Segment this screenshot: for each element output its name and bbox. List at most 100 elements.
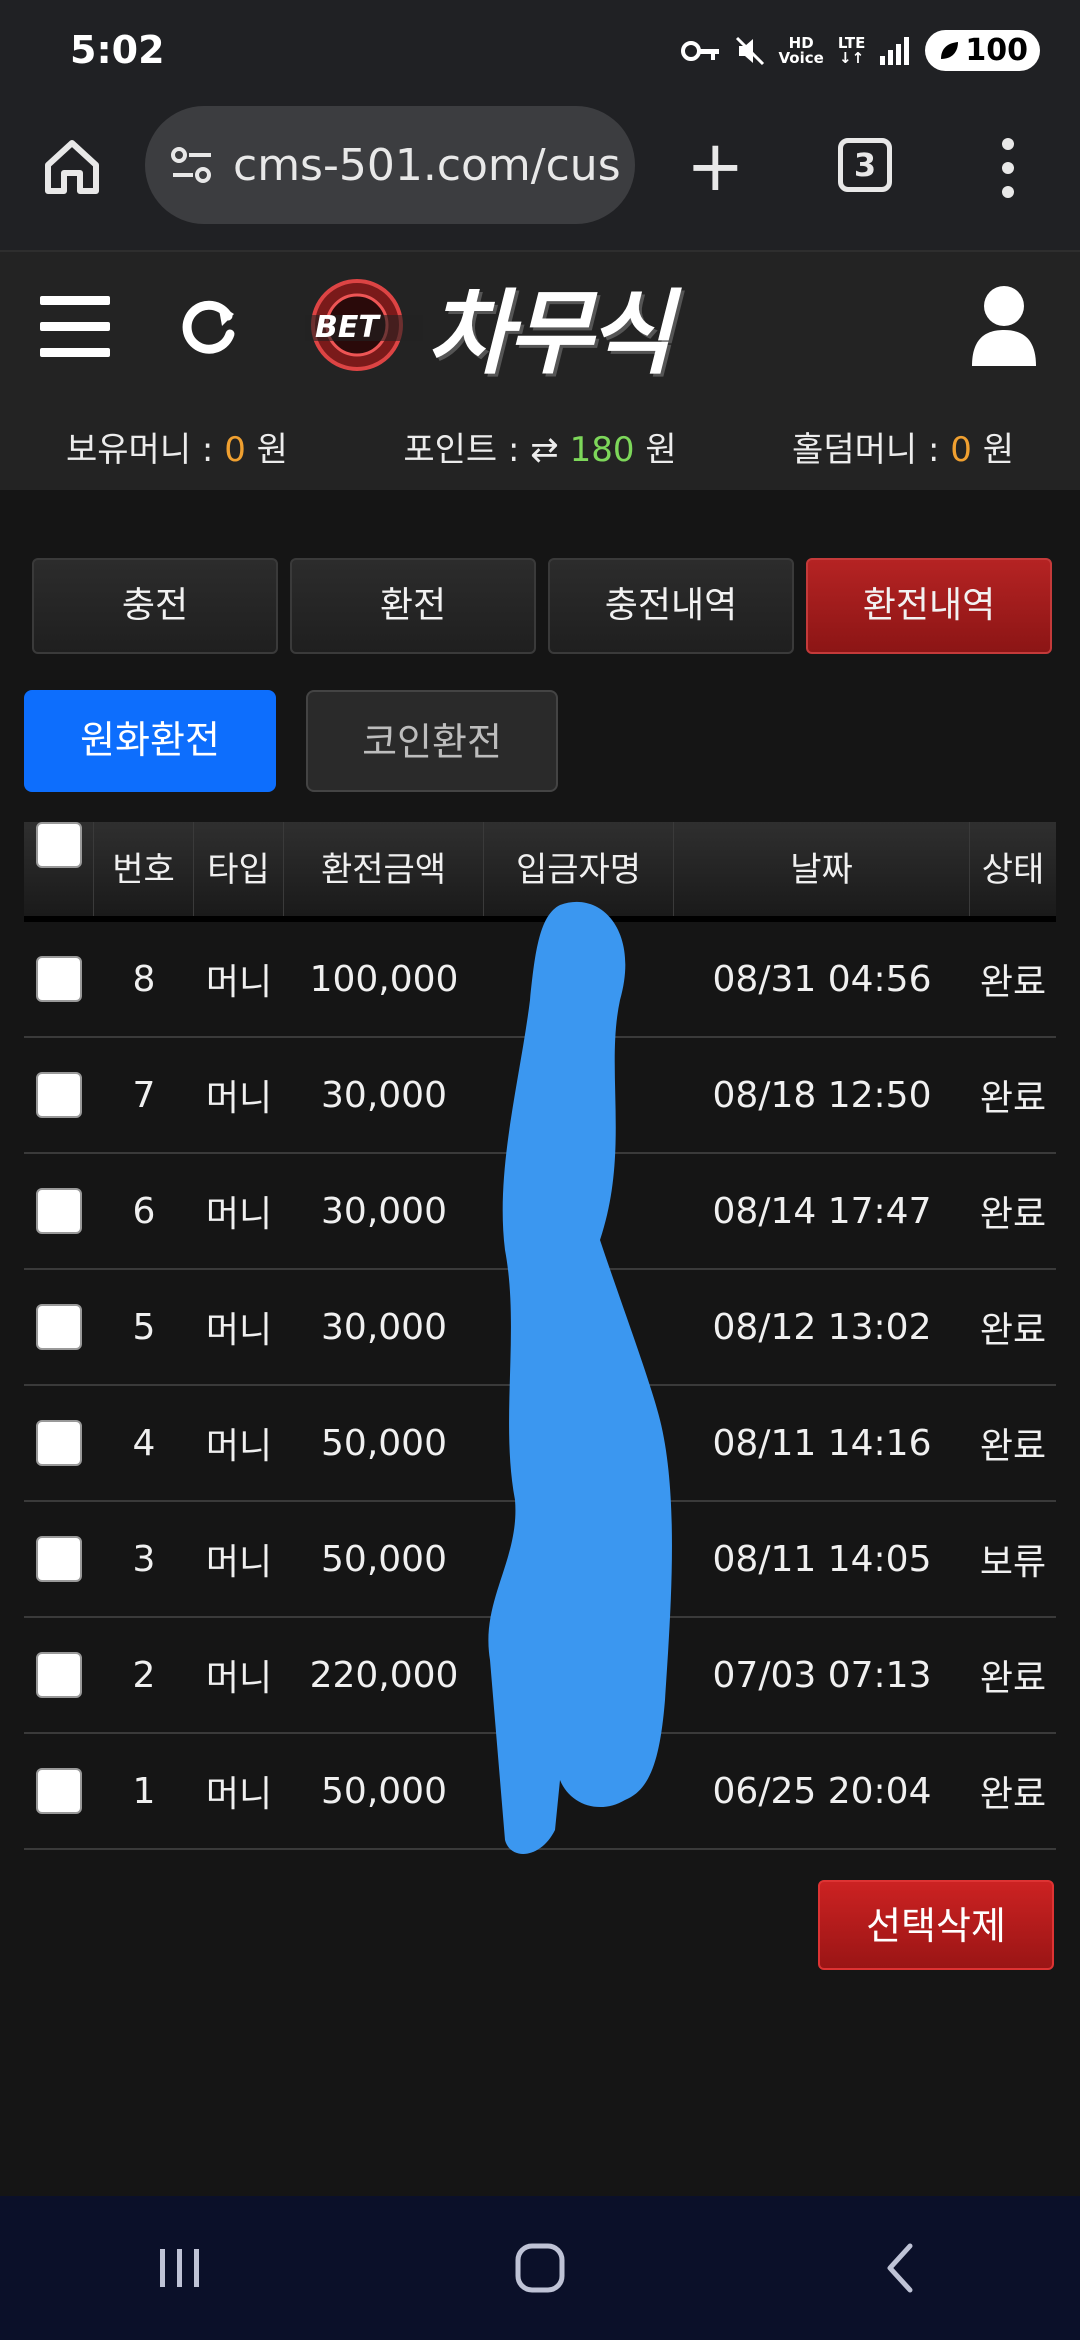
- row-amount: 30,000: [321, 1306, 447, 1348]
- row-checkbox[interactable]: [36, 1768, 82, 1814]
- tab-deposit-history[interactable]: 충전내역: [548, 558, 794, 654]
- row-status: 완료: [979, 1426, 1047, 1467]
- row-checkbox[interactable]: [36, 1652, 82, 1698]
- status-icons: HD Voice LTE ↓↑ 100: [680, 30, 1040, 71]
- withdraw-history-table: 번호 타입 환전금액 입금자명 날짜 상태 8 머니 100,000 08/31…: [24, 822, 1056, 1850]
- user-icon[interactable]: [968, 282, 1040, 368]
- lte-icon: LTE ↓↑: [837, 33, 866, 67]
- tab-withdraw[interactable]: 환전: [290, 558, 536, 654]
- row-status: 완료: [979, 1078, 1047, 1119]
- table-row: 7 머니 30,000 08/18 12:50 완료: [24, 1038, 1056, 1154]
- tab-switcher-button[interactable]: 3: [838, 138, 892, 192]
- row-no: 1: [132, 1770, 156, 1812]
- row-no: 7: [132, 1074, 156, 1116]
- table-row: 5 머니 30,000 08/12 13:02 완료: [24, 1270, 1056, 1386]
- row-type: 머니: [205, 1078, 273, 1119]
- row-checkbox[interactable]: [36, 1420, 82, 1466]
- row-no: 6: [132, 1190, 156, 1232]
- logo-text: 차무식: [427, 279, 673, 387]
- point-balance[interactable]: 포인트 : ⇄ 180 원: [403, 422, 676, 472]
- row-amount: 220,000: [309, 1654, 459, 1696]
- logo-chip-icon: BET: [305, 275, 423, 375]
- more-menu-icon[interactable]: [998, 138, 1018, 198]
- header-depositor: 입금자명: [484, 822, 674, 916]
- row-checkbox[interactable]: [36, 1072, 82, 1118]
- delete-selected-button[interactable]: 선택삭제: [818, 1880, 1054, 1970]
- row-no: 4: [132, 1422, 156, 1464]
- row-no: 2: [132, 1654, 156, 1696]
- tab-coin-withdraw[interactable]: 코인환전: [306, 690, 558, 792]
- row-type: 머니: [205, 962, 273, 1003]
- hamburger-menu-icon[interactable]: [40, 296, 110, 360]
- row-status: 보류: [979, 1542, 1047, 1583]
- row-type: 머니: [205, 1658, 273, 1699]
- row-checkbox[interactable]: [36, 1536, 82, 1582]
- row-amount: 50,000: [321, 1422, 447, 1464]
- row-no: 5: [132, 1306, 156, 1348]
- row-checkbox[interactable]: [36, 1188, 82, 1234]
- signal-icon: [880, 36, 910, 65]
- row-amount: 30,000: [321, 1074, 447, 1116]
- money-balance: 보유머니 : 0 원: [66, 430, 288, 470]
- header-date: 날짜: [674, 822, 970, 916]
- table-row: 4 머니 50,000 08/11 14:16 완료: [24, 1386, 1056, 1502]
- tab-deposit[interactable]: 충전: [32, 558, 278, 654]
- row-amount: 100,000: [309, 958, 459, 1000]
- row-checkbox[interactable]: [36, 956, 82, 1002]
- refresh-icon[interactable]: [178, 294, 242, 358]
- hd-voice-icon: HD Voice: [778, 33, 824, 67]
- holdem-balance: 홀덤머니 : 0 원: [792, 430, 1014, 470]
- site-logo[interactable]: BET 차무식: [305, 270, 765, 387]
- row-amount: 30,000: [321, 1190, 447, 1232]
- table-row: 1 머니 50,000 06/25 20:04 완료: [24, 1734, 1056, 1850]
- table-row: 8 머니 100,000 08/31 04:56 완료: [24, 922, 1056, 1038]
- table-header: 번호 타입 환전금액 입금자명 날짜 상태: [24, 822, 1056, 922]
- key-icon: [680, 40, 719, 61]
- row-type: 머니: [205, 1310, 273, 1351]
- recent-apps-icon[interactable]: [140, 2228, 220, 2308]
- leaf-icon: [941, 41, 959, 59]
- row-type: 머니: [205, 1194, 273, 1235]
- select-all-cell: [24, 822, 94, 916]
- row-amount: 50,000: [321, 1538, 447, 1580]
- site-settings-icon[interactable]: [167, 140, 217, 190]
- row-no: 8: [132, 958, 156, 1000]
- table-body: 8 머니 100,000 08/31 04:56 완료 7 머니 30,000 …: [24, 922, 1056, 1850]
- tab-withdraw-history[interactable]: 환전내역: [806, 558, 1052, 654]
- select-all-checkbox[interactable]: [35, 822, 82, 868]
- row-amount: 50,000: [321, 1770, 447, 1812]
- status-time: 5:02: [70, 28, 165, 72]
- row-checkbox[interactable]: [36, 1304, 82, 1350]
- home-nav-icon[interactable]: [500, 2228, 580, 2308]
- tab-krw-withdraw[interactable]: 원화환전: [24, 690, 276, 792]
- holdem-value: 0: [950, 430, 972, 470]
- mute-icon: [735, 36, 764, 65]
- row-date: 08/14 17:47: [712, 1190, 932, 1232]
- new-tab-icon[interactable]: +: [686, 131, 745, 201]
- header-status: 상태: [981, 850, 1045, 890]
- row-status: 완료: [979, 1310, 1047, 1351]
- back-icon[interactable]: [860, 2228, 940, 2308]
- url-text[interactable]: cms-501.com/cus: [233, 140, 621, 191]
- table-row: 6 머니 30,000 08/14 17:47 완료: [24, 1154, 1056, 1270]
- row-date: 06/25 20:04: [712, 1770, 932, 1812]
- header-no: 번호: [94, 822, 194, 916]
- row-status: 완료: [979, 1194, 1047, 1235]
- exchange-arrows-icon[interactable]: ⇄: [530, 430, 559, 470]
- point-value: 180: [569, 430, 635, 470]
- row-date: 08/31 04:56: [712, 958, 932, 1000]
- header-type: 타입: [194, 822, 284, 916]
- money-value: 0: [224, 430, 246, 470]
- table-row: 2 머니 220,000 07/03 07:13 완료: [24, 1618, 1056, 1734]
- header-amount: 환전금액: [284, 822, 484, 916]
- site-header: BET 차무식 보유머니 : 0 원 포인트 : ⇄ 180 원 홀덤머니 : …: [0, 250, 1080, 490]
- browser-toolbar: cms-501.com/cus + 3: [0, 100, 1080, 250]
- address-bar[interactable]: cms-501.com/cus: [145, 106, 635, 224]
- sub-tabs: 원화환전 코인환전: [24, 690, 558, 792]
- row-date: 08/11 14:16: [712, 1422, 932, 1464]
- row-status: 완료: [979, 1774, 1047, 1815]
- system-nav-bar: [0, 2196, 1080, 2340]
- row-no: 3: [132, 1538, 156, 1580]
- table-row: 3 머니 50,000 08/11 14:05 보류: [24, 1502, 1056, 1618]
- home-icon[interactable]: [40, 135, 104, 199]
